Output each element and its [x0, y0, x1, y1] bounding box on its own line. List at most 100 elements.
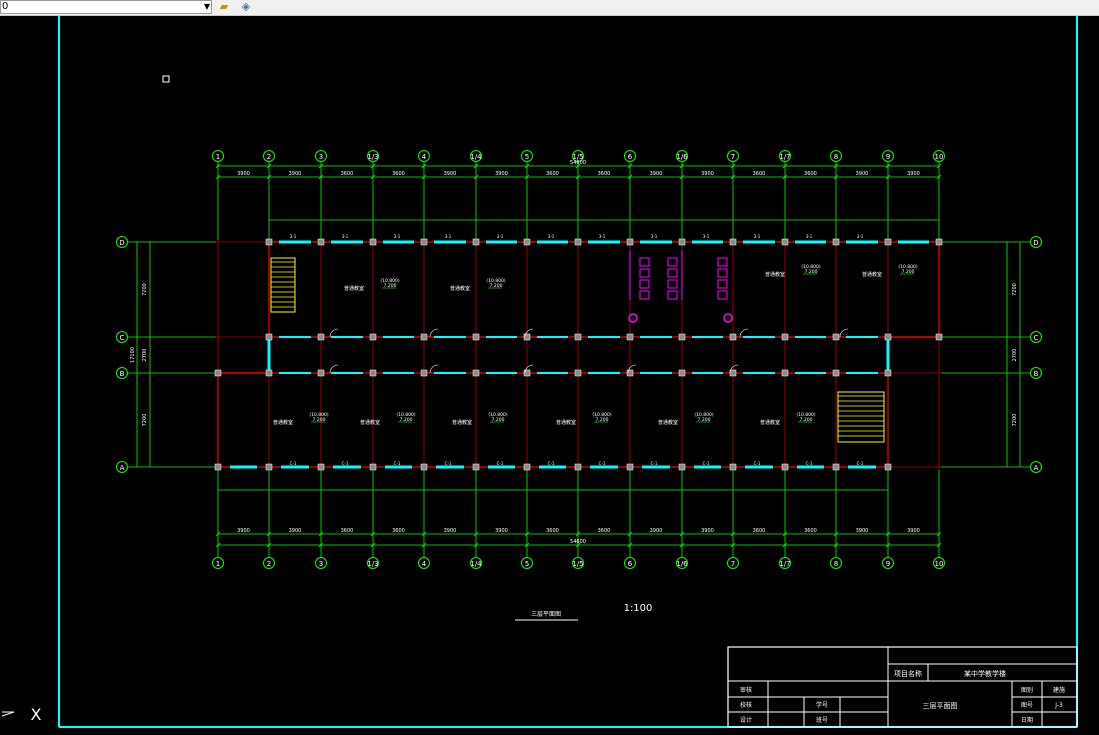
window-tag: C-1	[548, 461, 555, 466]
dim-bay-bottom: 3900	[289, 528, 302, 534]
title-right-label: 图号	[1021, 702, 1033, 709]
stair-right	[837, 391, 885, 443]
dim-bay-bottom: 3600	[392, 528, 405, 534]
layer-properties-icon[interactable]: ▰	[216, 0, 232, 13]
column	[214, 463, 222, 471]
column	[729, 238, 737, 246]
title-row-label: 设计	[740, 716, 752, 724]
axis-label-top: 1/6	[676, 153, 688, 161]
column	[832, 369, 840, 377]
dim-bay-top: 3600	[392, 171, 405, 177]
column	[523, 238, 531, 246]
window-tag: 3-1	[342, 234, 349, 239]
axis-label-bottom: 1	[216, 560, 220, 568]
window-tag: 3-1	[806, 234, 813, 239]
window-tag: C-1	[290, 461, 297, 466]
column	[781, 333, 789, 341]
room-label: 普通教室	[360, 419, 380, 426]
axis-label-left: C	[120, 334, 125, 342]
window-tag: 3-1	[394, 234, 401, 239]
dim-bay-top: 3600	[753, 171, 766, 177]
column	[369, 238, 377, 246]
toilet-fixture	[667, 268, 678, 278]
window-tag: C-1	[703, 461, 710, 466]
column	[574, 333, 582, 341]
column	[832, 463, 840, 471]
axis-label-bottom: 4	[422, 560, 427, 568]
axis-label-bottom: 10	[935, 560, 944, 568]
toilet-fixture	[639, 279, 650, 289]
window-tag: 3-1	[548, 234, 555, 239]
dim-bay-bottom: 3900	[856, 528, 869, 534]
title-right-label: 图别	[1021, 686, 1033, 694]
dim-side-left: 2700	[142, 349, 148, 362]
dim-bay-bottom: 3600	[804, 528, 817, 534]
ucs-x-label: X	[31, 705, 42, 724]
layer-dropdown-value: 0	[2, 1, 9, 12]
title-drawing-name: 三层平面图	[923, 702, 958, 710]
axis-label-bottom: 1/5	[572, 560, 583, 568]
dim-side-total: 17100	[130, 347, 136, 363]
room-label: 普通教室	[862, 271, 882, 278]
column	[884, 333, 892, 341]
plan-title: 三层平面图	[531, 611, 561, 618]
toilet-fixture	[717, 290, 728, 300]
column	[420, 333, 428, 341]
axis-label-bottom: 2	[267, 560, 271, 568]
dim-bay-top: 3600	[341, 171, 354, 177]
room-label: 普通教室	[344, 285, 364, 292]
column	[472, 238, 480, 246]
title-row-label: 审核	[740, 686, 752, 694]
column	[781, 463, 789, 471]
axis-label-top: 10	[935, 153, 944, 161]
window-tag: 3-1	[703, 234, 710, 239]
axis-label-bottom: 1/6	[676, 560, 688, 568]
door-swing	[429, 328, 439, 338]
column	[884, 238, 892, 246]
axis-label-left: B	[120, 370, 125, 378]
dim-bay-top: 3900	[444, 171, 457, 177]
dim-side-left: 7200	[142, 283, 148, 296]
room-label: 普通教室	[450, 285, 470, 292]
window-tag: 3-1	[497, 234, 504, 239]
window-tag: C-1	[342, 461, 349, 466]
title-right-value: 建施	[1053, 686, 1065, 694]
window-tag: C-1	[651, 461, 658, 466]
window-tag: 3-1	[857, 234, 864, 239]
column	[317, 369, 325, 377]
column	[832, 333, 840, 341]
axis-label-bottom: 7	[731, 560, 735, 568]
column	[935, 238, 943, 246]
dim-bay-top: 3900	[237, 171, 250, 177]
room-label: 普通教室	[452, 419, 472, 426]
dim-side-right: 7200	[1012, 414, 1018, 427]
column	[265, 238, 273, 246]
layer-dropdown[interactable]: 0 ▼	[0, 0, 212, 14]
axis-label-bottom: 3	[319, 560, 323, 568]
title-right-value: J-3	[1054, 702, 1063, 709]
column	[626, 463, 634, 471]
column	[832, 238, 840, 246]
column	[420, 463, 428, 471]
dim-bay-top: 3900	[289, 171, 302, 177]
dim-bay-bottom: 3900	[650, 528, 663, 534]
toilet-fixture	[667, 279, 678, 289]
window-tag: C-1	[754, 461, 761, 466]
column	[420, 238, 428, 246]
axis-label-right: C	[1034, 334, 1039, 342]
axis-label-top: 9	[886, 153, 890, 161]
dim-bay-bottom: 3600	[341, 528, 354, 534]
drawing-canvas[interactable]: 1 1 2 2 3 3 1/3 1/3 4 4 1/4 1/4 5 5 1/5 1/5 6 6 1/6 1/6 7 7 1/…	[0, 16, 1099, 735]
axis-label-top: 2	[267, 153, 271, 161]
toilet-fixture	[717, 279, 728, 289]
axis-label-top: 6	[628, 153, 633, 161]
axis-label-bottom: 1/3	[367, 560, 378, 568]
layer-state-icon[interactable]: ◈	[238, 0, 254, 13]
dim-side-left: 7200	[142, 414, 148, 427]
axis-label-bottom: 9	[886, 560, 890, 568]
chevron-down-icon[interactable]: ▼	[204, 1, 210, 13]
sink-fixture	[723, 313, 733, 323]
column	[369, 463, 377, 471]
column	[678, 238, 686, 246]
dim-side-right: 7200	[1012, 283, 1018, 296]
